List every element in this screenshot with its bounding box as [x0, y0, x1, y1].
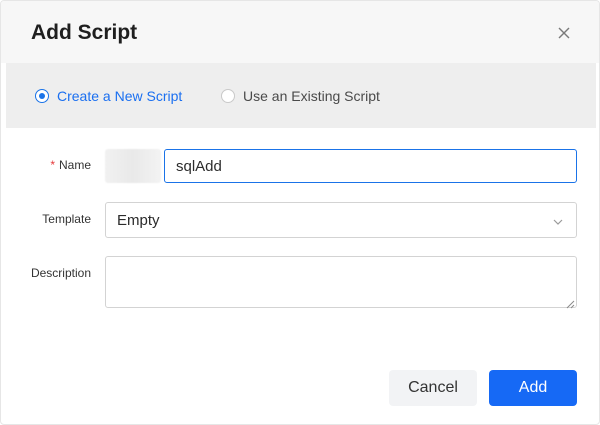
name-input[interactable]: sqlAdd — [164, 149, 577, 183]
close-icon[interactable] — [554, 23, 574, 43]
radio-use-existing-script[interactable]: Use an Existing Script — [221, 63, 380, 128]
template-label: Template — [42, 212, 91, 226]
name-label: * Name — [50, 158, 91, 172]
add-script-dialog: Add Script Create a New Script Use an Ex… — [0, 0, 600, 425]
template-select-value: Empty — [117, 211, 160, 229]
radio-unchecked-icon — [221, 88, 235, 103]
required-mark: * — [50, 158, 55, 172]
description-label: Description — [30, 266, 91, 280]
chevron-down-icon — [552, 215, 564, 227]
name-prefix-blurred — [105, 149, 161, 183]
add-button[interactable]: Add — [489, 370, 577, 406]
name-label-text: Name — [58, 158, 91, 172]
resize-grip-icon[interactable] — [565, 296, 575, 309]
radio-checked-icon — [35, 88, 49, 103]
template-select[interactable]: Empty — [105, 202, 577, 238]
radio-create-new-script[interactable]: Create a New Script — [35, 63, 182, 128]
radio-label-create-new: Create a New Script — [57, 87, 183, 104]
script-mode-selector: Create a New Script Use an Existing Scri… — [6, 63, 596, 128]
dialog-header: Add Script — [1, 1, 599, 63]
radio-label-use-existing: Use an Existing Script — [243, 87, 380, 104]
name-input-value: sqlAdd — [176, 157, 222, 175]
description-textarea[interactable] — [105, 256, 577, 309]
cancel-button[interactable]: Cancel — [389, 370, 477, 406]
dialog-title: Add Script — [31, 21, 138, 44]
